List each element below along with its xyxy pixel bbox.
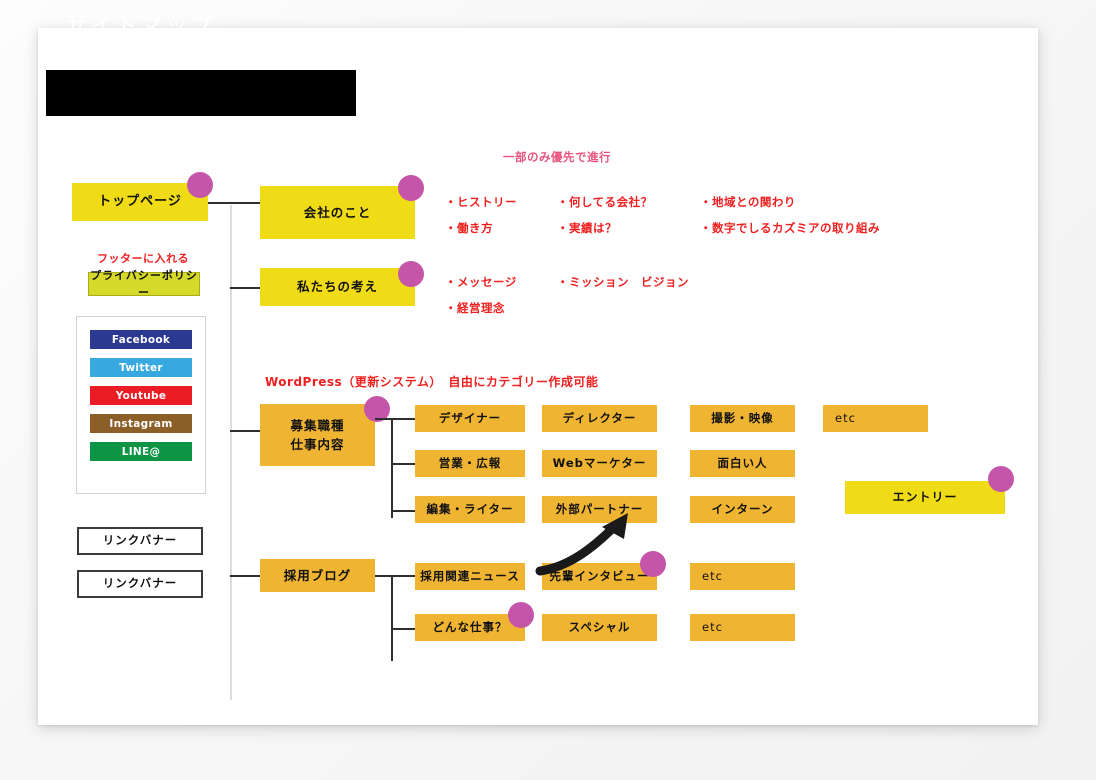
- blog-box-label: etc: [702, 568, 723, 583]
- job-box-r3-c3[interactable]: インターン: [690, 496, 795, 523]
- node-link-banner-1-label: リンクバナー: [102, 533, 178, 548]
- job-box-r1-c3[interactable]: 撮影・映像: [690, 405, 795, 432]
- thinking-item-2: ・経営理念: [445, 301, 505, 315]
- page-title: サイトマップ: [66, 14, 216, 38]
- node-company[interactable]: 会社のこと: [260, 186, 415, 239]
- company-item-1: ・ヒストリー: [445, 195, 517, 209]
- job-box-r2-c3[interactable]: 面白い人: [690, 450, 795, 477]
- connector-blog-stub: [375, 575, 415, 577]
- status-dot-top-page: [187, 172, 213, 198]
- job-box-r2-c1[interactable]: 営業・広報: [415, 450, 525, 477]
- connector-trunk-to-blog: [230, 575, 260, 577]
- job-box-label: ディレクター: [562, 410, 637, 425]
- note-priority: 一部のみ優先で進行: [503, 150, 611, 164]
- node-privacy-policy-label: プライバシーポリシー: [90, 268, 198, 299]
- connector-blog-row-2: [391, 628, 415, 630]
- social-link-twitter[interactable]: Twitter: [90, 358, 192, 377]
- status-dot-our-thinking: [398, 261, 424, 287]
- status-dot-entry: [988, 466, 1014, 492]
- blog-box-r1-c1[interactable]: 採用関連ニュース: [415, 563, 525, 590]
- social-link-instagram[interactable]: Instagram: [90, 414, 192, 433]
- node-link-banner-2[interactable]: リンクバナー: [77, 570, 203, 598]
- pointer-arrow-icon: [535, 513, 628, 576]
- company-item-6: ・数字でしるカズミアの取り組み: [700, 221, 880, 235]
- connector-trunk-to-jobs: [230, 430, 260, 432]
- node-entry[interactable]: エントリー: [845, 481, 1005, 514]
- company-item-5: ・地域との関わり: [700, 195, 796, 209]
- company-item-4: ・実績は？: [557, 221, 617, 235]
- blog-box-label: etc: [702, 619, 723, 634]
- canvas-background: サイトマップ トップページ フッターに入れる プライバシーポリシー Facebo…: [0, 0, 1096, 780]
- blog-box-r1-c3[interactable]: etc: [690, 563, 795, 590]
- thinking-item-1: ・メッセージ: [445, 275, 517, 289]
- blog-box-label: どんな仕事？: [432, 619, 508, 634]
- social-link-label: LINE@: [121, 445, 161, 458]
- node-link-banner-1[interactable]: リンクバナー: [77, 527, 203, 555]
- company-item-2: ・働き方: [445, 221, 493, 235]
- social-link-youtube[interactable]: Youtube: [90, 386, 192, 405]
- job-box-r1-c4[interactable]: etc: [823, 405, 928, 432]
- social-link-line[interactable]: LINE@: [90, 442, 192, 461]
- node-recruit-blog[interactable]: 採用ブログ: [260, 559, 375, 592]
- social-link-facebook[interactable]: Facebook: [90, 330, 192, 349]
- blog-box-r2-c3[interactable]: etc: [690, 614, 795, 641]
- job-box-r3-c1[interactable]: 編集・ライター: [415, 496, 525, 523]
- job-box-label: 営業・広報: [438, 455, 502, 470]
- blog-box-r2-c2[interactable]: スペシャル: [542, 614, 657, 641]
- note-footer: フッターに入れる: [97, 252, 189, 265]
- node-jobs-label-2: 仕事内容: [290, 437, 345, 452]
- social-link-label: Twitter: [119, 361, 163, 374]
- company-item-3: ・何してる会社？: [557, 195, 653, 209]
- connector-blog-spine: [391, 575, 393, 661]
- job-box-label: 編集・ライター: [426, 501, 514, 516]
- connector-jobs-spine: [391, 418, 393, 518]
- job-box-label: 面白い人: [717, 455, 768, 470]
- job-box-r1-c2[interactable]: ディレクター: [542, 405, 657, 432]
- job-box-r2-c2[interactable]: Webマーケター: [542, 450, 657, 477]
- title-banner: [46, 70, 356, 116]
- connector-jobs-row-2: [391, 463, 415, 465]
- node-company-label: 会社のこと: [303, 204, 372, 220]
- connector-jobs-row-3: [391, 510, 415, 512]
- status-dot-donna-shigoto: [508, 602, 534, 628]
- blog-box-label: スペシャル: [568, 619, 631, 634]
- status-dot-company: [398, 175, 424, 201]
- job-box-r1-c1[interactable]: デザイナー: [415, 405, 525, 432]
- tree-trunk-line: [230, 205, 232, 700]
- note-wordpress: WordPress（更新システム） 自由にカテゴリー作成可能: [265, 375, 599, 389]
- social-link-label: Youtube: [115, 389, 167, 402]
- node-top-page-label: トップページ: [98, 193, 182, 209]
- node-jobs-label-1: 募集職種: [290, 417, 345, 433]
- thinking-item-3: ・ミッション ビジョン: [557, 275, 689, 289]
- job-box-label: デザイナー: [438, 410, 502, 425]
- blog-box-label: 採用関連ニュース: [420, 568, 520, 583]
- node-entry-label: エントリー: [892, 490, 958, 505]
- connector-trunk-to-thinking: [230, 287, 260, 289]
- node-our-thinking[interactable]: 私たちの考え: [260, 268, 415, 306]
- node-recruit-blog-label: 採用ブログ: [283, 567, 352, 583]
- job-box-label: インターン: [711, 501, 774, 516]
- job-box-label: Webマーケター: [552, 455, 647, 470]
- status-dot-senpai-interview: [640, 551, 666, 577]
- node-link-banner-2-label: リンクバナー: [102, 576, 178, 591]
- social-link-label: Instagram: [109, 417, 173, 430]
- node-jobs[interactable]: 募集職種 仕事内容: [260, 404, 375, 466]
- node-privacy-policy[interactable]: プライバシーポリシー: [88, 269, 200, 299]
- social-link-label: Facebook: [111, 333, 171, 346]
- connector-jobs-row-1: [391, 418, 415, 420]
- job-box-label: 撮影・映像: [711, 410, 774, 425]
- job-box-label: etc: [835, 410, 856, 425]
- connector-top-to-company: [208, 202, 260, 204]
- node-our-thinking-label: 私たちの考え: [296, 279, 378, 295]
